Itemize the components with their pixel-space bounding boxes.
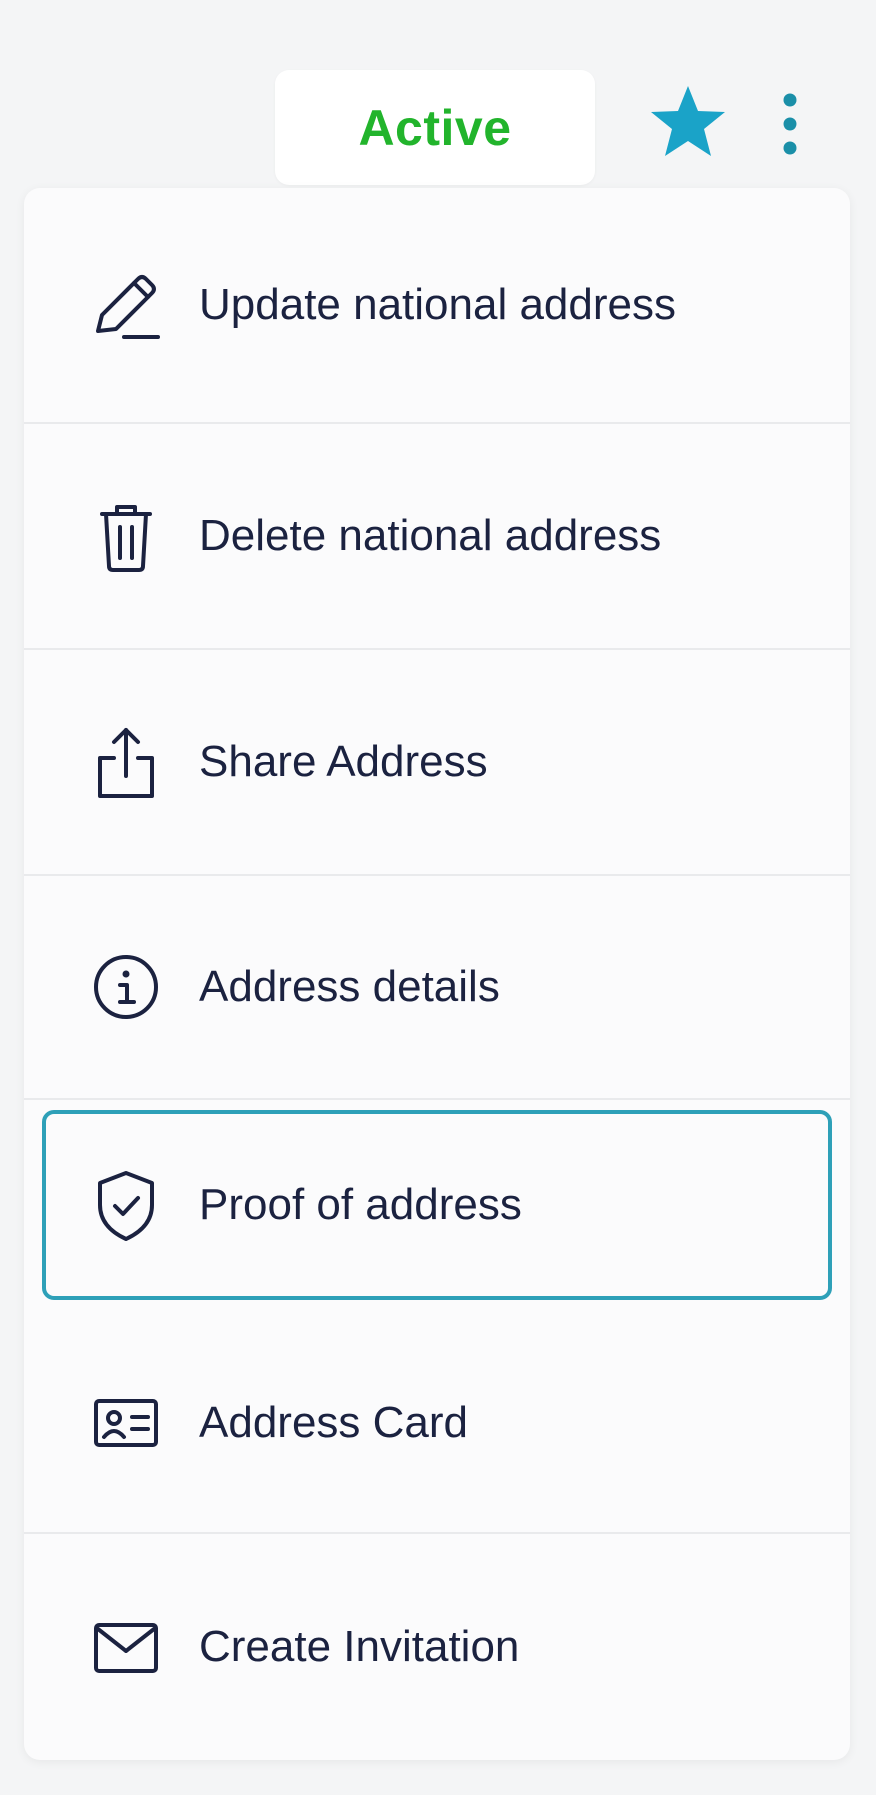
more-options-button[interactable] (765, 86, 815, 162)
menu-item-address-details[interactable]: Address details (24, 876, 850, 1100)
menu-item-label: Delete national address (199, 511, 662, 560)
status-badge: Active (275, 70, 595, 185)
pencil-icon (84, 263, 168, 347)
menu-item-delete-address[interactable]: Delete national address (24, 424, 850, 650)
more-vertical-icon (783, 93, 797, 155)
envelope-icon (84, 1605, 168, 1689)
top-bar: Active (0, 0, 876, 190)
menu-item-label: Share Address (199, 737, 488, 786)
actions-menu: Update national address Delete national … (24, 188, 850, 1760)
menu-item-create-invitation[interactable]: Create Invitation (24, 1534, 850, 1760)
menu-item-share-address[interactable]: Share Address (24, 650, 850, 876)
share-icon (84, 720, 168, 804)
trash-icon (84, 494, 168, 578)
menu-item-label: Address Card (199, 1398, 469, 1447)
menu-item-proof-of-address[interactable]: Proof of address (42, 1110, 832, 1300)
shield-check-icon (84, 1163, 168, 1247)
menu-item-update-address[interactable]: Update national address (24, 188, 850, 424)
menu-item-label: Update national address (199, 280, 676, 329)
menu-item-label: Proof of address (199, 1180, 522, 1229)
favorite-button[interactable] (648, 82, 728, 162)
menu-item-address-card[interactable]: Address Card (24, 1314, 850, 1534)
menu-item-label: Create Invitation (199, 1622, 520, 1671)
star-icon (651, 86, 725, 156)
id-card-icon (84, 1381, 168, 1465)
info-icon (84, 945, 168, 1029)
menu-item-label: Address details (199, 962, 500, 1011)
